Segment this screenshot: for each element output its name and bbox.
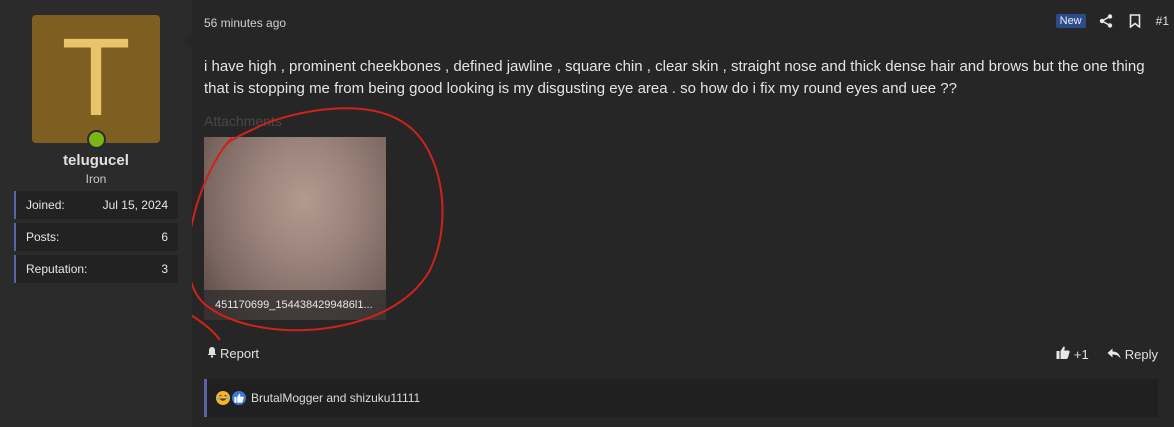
stat-value: 6 <box>161 230 168 244</box>
new-badge: New <box>1055 14 1086 28</box>
reply-button[interactable]: Reply <box>1107 347 1158 362</box>
avatar[interactable]: T <box>32 15 160 143</box>
bell-icon <box>206 346 218 361</box>
report-label: Report <box>220 346 260 361</box>
stat-value: 3 <box>161 262 168 276</box>
post-container: T telugucel Iron Joined: Jul 15, 2024 Po… <box>0 0 1174 427</box>
laugh-emoji-icon <box>216 391 230 405</box>
post-main: 56 minutes ago New #1 i have high , prom… <box>192 0 1174 427</box>
post-header-actions: New #1 <box>1055 13 1169 29</box>
stat-reputation: Reputation: 3 <box>14 255 178 283</box>
thumbs-up-icon <box>1056 346 1070 362</box>
stat-joined: Joined: Jul 15, 2024 <box>14 191 178 219</box>
like-count: +1 <box>1073 346 1089 362</box>
user-title: Iron <box>85 172 107 186</box>
reply-icon <box>1107 347 1121 362</box>
report-button[interactable]: Report <box>206 346 259 361</box>
username-link[interactable]: telugucel <box>0 152 192 169</box>
reactions-users: BrutalMogger and shizuku11111 <box>251 391 421 405</box>
post-footer-actions: +1 Reply <box>1056 346 1158 362</box>
stat-posts: Posts: 6 <box>14 223 178 251</box>
pane-arrow <box>184 33 192 49</box>
post-timestamp[interactable]: 56 minutes ago <box>204 16 286 30</box>
stat-value: Jul 15, 2024 <box>102 198 168 212</box>
user-pane: T telugucel Iron Joined: Jul 15, 2024 Po… <box>0 0 192 427</box>
reply-label: Reply <box>1124 346 1158 362</box>
stat-label: Joined: <box>26 198 65 212</box>
attachment-caption: 451170699_1544384299486l1... <box>204 290 386 320</box>
reactions-bar[interactable]: BrutalMogger and shizuku11111 <box>204 379 1158 417</box>
online-status-indicator <box>87 130 106 149</box>
attachments-label: Attachments <box>204 113 282 129</box>
post-body: i have high , prominent cheekbones , def… <box>204 58 1145 97</box>
bookmark-icon[interactable] <box>1127 13 1143 29</box>
attachment-filename: 451170699_1544384299486l1... <box>215 299 373 311</box>
post-number-link[interactable]: #1 <box>1156 14 1169 28</box>
like-button[interactable]: +1 <box>1056 346 1089 362</box>
like-reaction-icon <box>232 391 246 405</box>
avatar-letter: T <box>64 18 128 140</box>
user-stats: Joined: Jul 15, 2024 Posts: 6 Reputation… <box>14 191 178 287</box>
stat-label: Posts: <box>26 230 60 244</box>
stat-label: Reputation: <box>26 262 88 276</box>
attachment-thumbnail[interactable]: 451170699_1544384299486l1... <box>204 137 386 320</box>
share-icon[interactable] <box>1098 13 1114 29</box>
